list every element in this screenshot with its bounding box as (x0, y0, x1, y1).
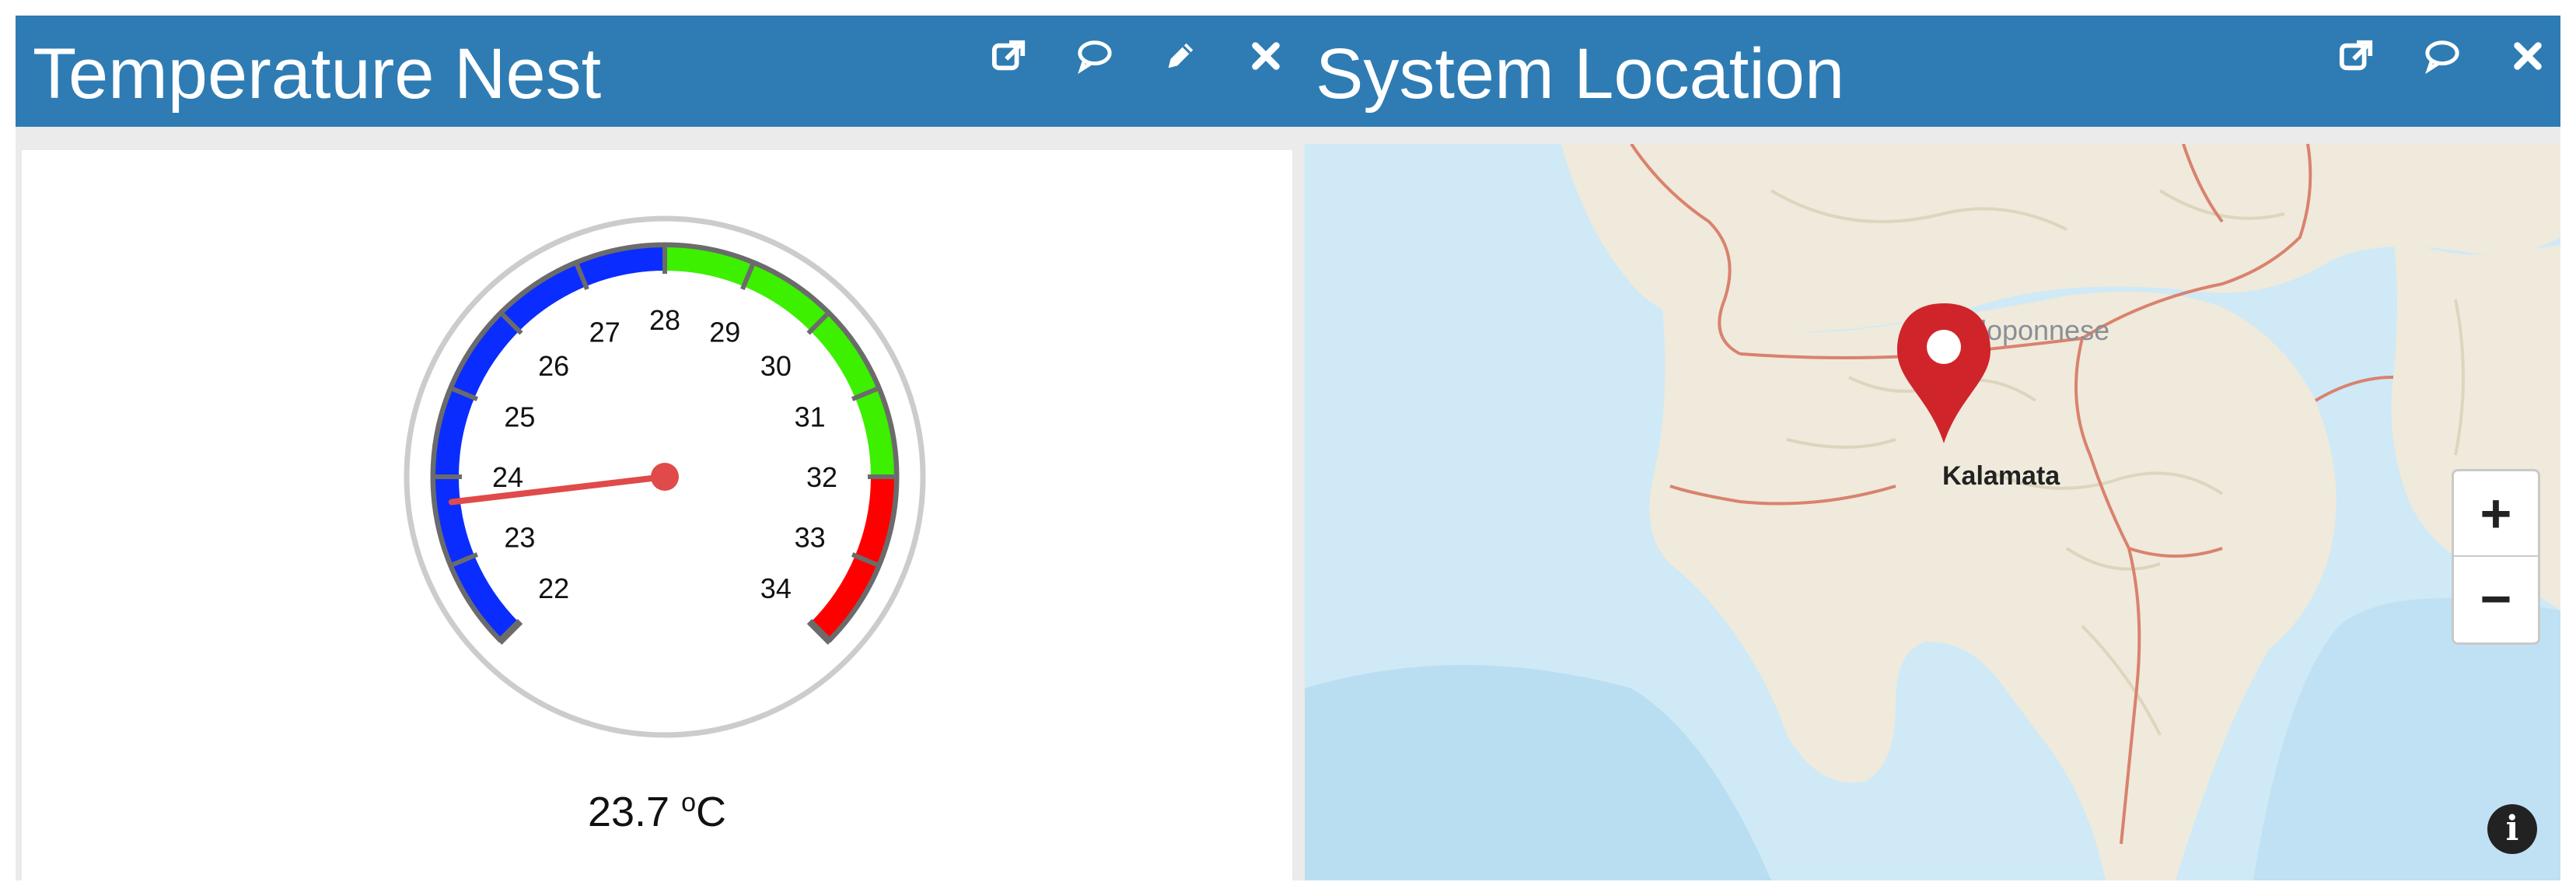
temperature-unit-letter: C (696, 789, 727, 835)
temperature-widget-header: Temperature Nest (16, 16, 1298, 127)
comment-icon (1078, 40, 1112, 75)
map-marker-label: Kalamata (1942, 461, 2060, 491)
gauge-tick-label: 26 (538, 350, 569, 382)
zoom-control: + − (2452, 469, 2540, 645)
temperature-readout: 23.7 oC (22, 788, 1292, 836)
close-icon (2514, 42, 2542, 70)
location-widget: System Location Peloponnese Kalamata + −… (1298, 0, 2576, 896)
temperature-widget-toolbar (972, 33, 1298, 79)
temperature-widget: Temperature Nest 22 23 24 25 26 27 28 29… (0, 0, 1298, 896)
info-icon[interactable]: i (2487, 804, 2537, 854)
map-canvas[interactable]: Peloponnese Kalamata (1305, 144, 2560, 880)
gauge-tick-label: 31 (795, 401, 826, 433)
edit-button[interactable] (1157, 33, 1204, 79)
comment-icon (2425, 40, 2459, 75)
gauge-tick-label: 27 (589, 316, 620, 348)
gauge-tick-label: 28 (649, 304, 680, 336)
external-link-icon (991, 40, 1026, 71)
external-link-button[interactable] (986, 33, 1033, 79)
location-widget-header: System Location (1298, 16, 2560, 127)
temperature-gauge: 2223 24 2526 27 28 29 3031 32 3334 (404, 215, 926, 738)
zoom-in-button[interactable]: + (2454, 471, 2538, 557)
gauge-tick-label: 23 (504, 521, 535, 553)
comment-button[interactable] (2419, 33, 2466, 79)
close-button[interactable] (2504, 33, 2551, 79)
temperature-panel-frame: 22 23 24 25 26 27 28 29 30 31 32 33 34 23.7 oC (16, 127, 1298, 880)
gauge-tick-label: 30 (760, 350, 792, 382)
location-widget-title: System Location (1316, 34, 1845, 114)
external-link-icon (2339, 40, 2373, 71)
close-button[interactable] (1243, 33, 1289, 79)
gauge-tick-label: 25 (504, 401, 535, 433)
zoom-out-button[interactable]: − (2454, 557, 2538, 641)
temperature-panel: 22 23 24 25 26 27 28 29 30 31 32 33 34 23.7 oC (22, 150, 1292, 880)
temperature-widget-title: Temperature Nest (33, 34, 602, 114)
comment-button[interactable] (1071, 33, 1118, 79)
temperature-unit-degree: o (681, 788, 697, 817)
external-link-button[interactable] (2333, 33, 2380, 79)
map-panel-frame: Peloponnese Kalamata + − i (1298, 127, 2560, 880)
location-widget-toolbar (2327, 33, 2560, 79)
gauge-tick-label: 29 (709, 316, 740, 348)
gauge-tick-label: 33 (795, 521, 826, 553)
gauge-tick-label: 32 (806, 461, 837, 493)
gauge-needle-hub (651, 463, 679, 491)
gauge-tick-label: 24 (492, 461, 523, 493)
map-panel: Peloponnese Kalamata + − i (1305, 144, 2560, 880)
pencil-icon (1168, 43, 1194, 68)
close-icon (1252, 42, 1280, 70)
gauge-tick-label: 22 (538, 572, 569, 604)
temperature-value: 23.7 (587, 789, 670, 835)
gauge-tick-label: 34 (760, 572, 792, 604)
